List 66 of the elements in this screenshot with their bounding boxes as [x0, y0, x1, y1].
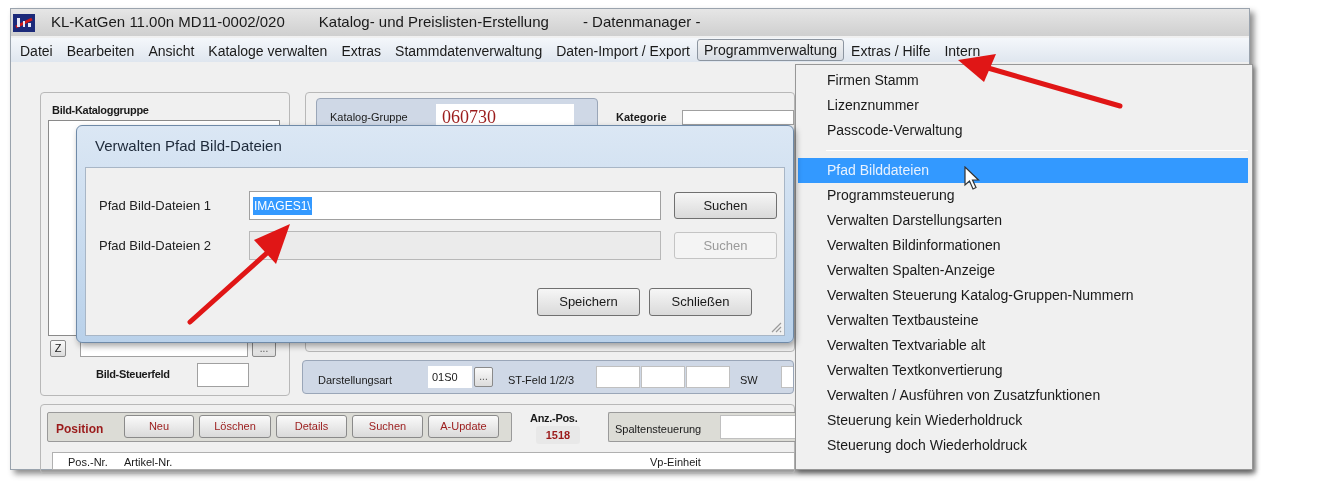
input-field[interactable]	[641, 366, 685, 388]
field-label: ST-Feld 1/2/3	[508, 373, 575, 388]
count-value: 1518	[536, 426, 580, 444]
menu-item[interactable]: Intern	[937, 39, 988, 61]
menu-item[interactable]: Verwalten Textvariable alt	[798, 333, 1248, 358]
menu-item[interactable]: Steuerung doch Wiederholdruck	[798, 433, 1248, 458]
app-logo-icon	[13, 13, 35, 32]
input-field[interactable]: 060730	[436, 104, 574, 126]
save-button[interactable]: Speichern	[537, 288, 640, 316]
field-label: SW	[740, 373, 758, 388]
window-title: Katalog- und Preislisten-Erstellung	[318, 12, 549, 33]
group-title: Position	[56, 421, 104, 438]
menu-item[interactable]: Firmen Stamm	[798, 68, 1248, 93]
column-header: Artikel-Nr.	[124, 455, 173, 470]
menu-item[interactable]: Bearbeiten	[59, 39, 142, 61]
input-field[interactable]	[197, 363, 249, 387]
input-field[interactable]	[720, 415, 795, 439]
menu-item[interactable]: Programmsteuerung	[798, 183, 1248, 208]
input-field[interactable]	[686, 366, 730, 388]
field-label: Bild-Steuerfeld	[96, 367, 170, 382]
field-label: Pfad Bild-Dateien 1	[99, 196, 212, 215]
window-title: - Datenmanager -	[582, 12, 701, 33]
menu-item[interactable]: Extras	[334, 39, 389, 61]
menu-item[interactable]: Kataloge verwalten	[201, 39, 335, 61]
menu-item[interactable]: Extras / Hilfe	[844, 39, 938, 61]
browse-button[interactable]: ...	[474, 367, 493, 387]
action-button[interactable]: Details	[276, 415, 347, 438]
menu-item[interactable]: Verwalten Textkonvertierung	[798, 358, 1248, 383]
field-label: Katalog-Gruppe	[330, 110, 408, 125]
search-button[interactable]: Suchen	[674, 192, 777, 219]
input-field[interactable]	[682, 110, 794, 125]
input-field[interactable]: 01S0	[428, 366, 472, 388]
pointer-icon	[964, 166, 982, 190]
menu-item[interactable]: Verwalten / Ausführen von Zusatzfunktionen	[798, 383, 1248, 408]
menu-item[interactable]: Ansicht	[141, 39, 202, 61]
input-field[interactable]	[781, 366, 793, 388]
field-label: Pfad Bild-Dateien 2	[99, 236, 212, 255]
menu-item[interactable]: Verwalten Spalten-Anzeige	[798, 258, 1248, 283]
action-button[interactable]: Suchen	[352, 415, 423, 438]
menu-item[interactable]: Daten-Import / Export	[549, 39, 697, 61]
menu-item[interactable]: Verwalten Darstellungsarten	[798, 208, 1248, 233]
group-title: Bild-Kataloggruppe	[52, 103, 149, 118]
menu-item[interactable]: Steuerung kein Wiederholdruck	[798, 408, 1248, 433]
menu-item[interactable]: Verwalten Bildinformationen	[798, 233, 1248, 258]
menu-item[interactable]: Stammdatenverwaltung	[388, 39, 550, 61]
menu-item[interactable]: Verwalten Textbausteine	[798, 308, 1248, 333]
field-label: Kategorie	[616, 111, 667, 124]
column-header: Vp-Einheit	[650, 455, 701, 470]
menu-item[interactable]: Lizenznummer	[798, 93, 1248, 118]
menu-item[interactable]: Programmverwaltung	[697, 39, 845, 61]
menu-item[interactable]: Passcode-Verwaltung	[798, 118, 1248, 143]
input-field[interactable]	[596, 366, 640, 388]
menu-item[interactable]: Verwalten Steuerung Katalog-Gruppen-Nummern	[798, 283, 1248, 308]
action-button[interactable]: Neu	[124, 415, 194, 438]
close-button[interactable]: Schließen	[649, 288, 752, 316]
window-title: KL-KatGen 11.00n MD11-0002/020	[51, 12, 285, 33]
field-label: Darstellungsart	[318, 373, 392, 388]
menu-item[interactable]: Datei	[13, 39, 60, 61]
action-button[interactable]: Löschen	[199, 415, 271, 438]
dialog-title: Verwalten Pfad Bild-Dateien	[94, 136, 283, 157]
resize-grip-icon	[770, 321, 782, 333]
action-button[interactable]: A-Update	[428, 415, 499, 438]
column-header: Pos.-Nr.	[68, 455, 108, 470]
field-label: Spaltensteuerung	[615, 422, 702, 437]
z-button[interactable]: Z	[50, 340, 66, 357]
field-label: Anz.-Pos.	[530, 411, 578, 426]
